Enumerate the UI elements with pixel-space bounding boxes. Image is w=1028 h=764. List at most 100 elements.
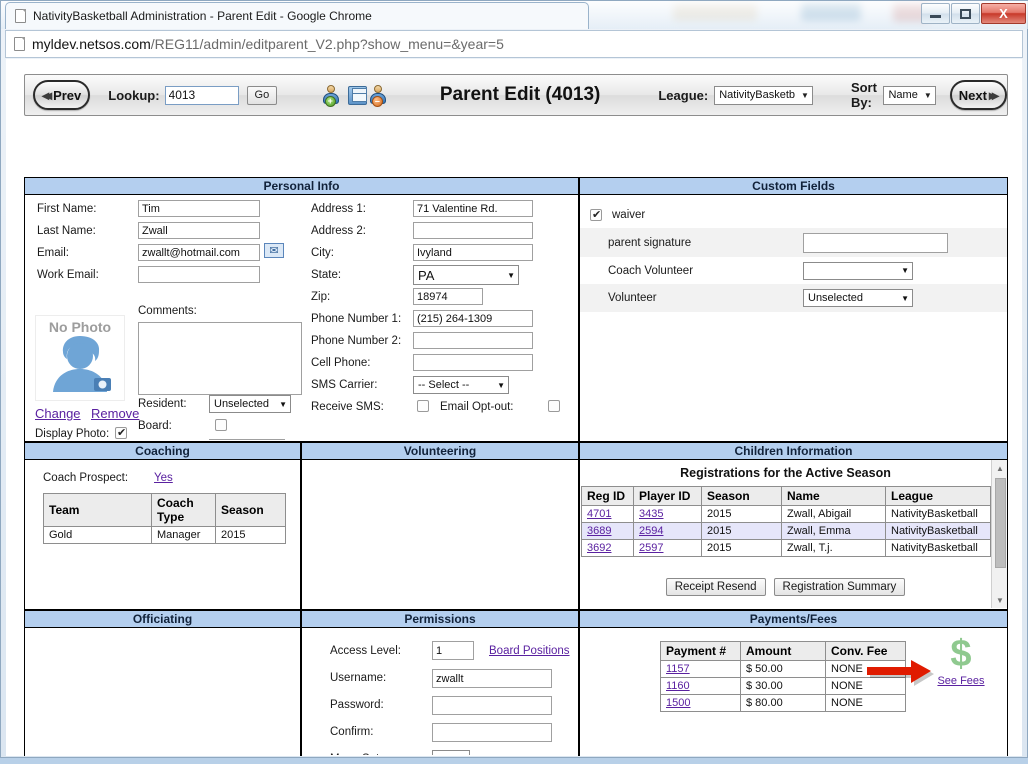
player-id-link[interactable]: 2594 — [639, 525, 663, 537]
menu-set-label: Menu Set: — [330, 753, 382, 755]
volunteer-label: Volunteer — [608, 292, 657, 304]
board-positions-link[interactable]: Board Positions — [489, 645, 570, 657]
comments-textarea[interactable] — [138, 322, 302, 395]
display-photo-checkbox[interactable] — [115, 426, 127, 439]
last-name-input[interactable] — [138, 222, 260, 239]
city-label: City: — [311, 247, 334, 259]
coach-volunteer-select[interactable]: ▼ — [803, 261, 913, 280]
children-cell-league: NativityBasketball — [885, 522, 991, 540]
app-toolbar: ◂◂ Prev Lookup: Go + – — [24, 74, 1008, 116]
close-button[interactable]: X — [981, 3, 1026, 24]
reg-id-link[interactable]: 3692 — [587, 542, 611, 554]
minimize-button[interactable] — [921, 3, 950, 24]
reg-id-link[interactable]: 3689 — [587, 525, 611, 537]
parent-signature-input[interactable] — [803, 232, 948, 253]
resident-select[interactable]: Unselected ▼ — [209, 395, 291, 413]
next-button[interactable]: Next ▸▸ — [949, 80, 1007, 110]
access-level-input[interactable] — [432, 641, 474, 660]
confirm-password-input[interactable] — [432, 723, 552, 742]
first-name-label: First Name: — [37, 203, 97, 215]
panel-header-officiating: Officiating — [25, 611, 300, 628]
payment-number-link[interactable]: 1500 — [666, 697, 690, 709]
person-head — [374, 85, 383, 93]
phone1-input[interactable] — [413, 310, 533, 327]
sms-carrier-select[interactable]: -- Select -- ▼ — [413, 376, 509, 394]
city-input[interactable] — [413, 244, 533, 261]
coach-prospect-row: Coach Prospect: Yes — [43, 472, 173, 484]
coaching-cell-season: 2015 — [215, 526, 286, 544]
league-select[interactable]: NativityBasketb ▼ — [714, 85, 813, 105]
player-id-link[interactable]: 3435 — [639, 508, 663, 520]
panel-header-permissions: Permissions — [302, 611, 578, 628]
panel-body-volunteering — [302, 460, 578, 608]
receive-sms-checkbox[interactable] — [417, 400, 429, 412]
lookup-input[interactable] — [164, 85, 239, 105]
waiver-checkbox[interactable] — [590, 208, 602, 221]
payment-number-link[interactable]: 1160 — [666, 680, 690, 692]
cell-phone-input[interactable] — [413, 354, 533, 371]
scrollbar-thumb[interactable] — [995, 478, 1006, 568]
email-input[interactable] — [138, 244, 260, 261]
prev-button[interactable]: ◂◂ Prev — [33, 80, 91, 110]
save-disk-icon[interactable] — [347, 84, 367, 106]
chevron-down-icon: ▼ — [507, 270, 515, 280]
change-photo-link[interactable]: Change — [35, 406, 81, 421]
remove-person-icon[interactable]: – — [370, 84, 387, 107]
table-row: Gold Manager 2015 — [43, 526, 286, 544]
reg-id-link[interactable]: 4701 — [587, 508, 611, 520]
children-scrollbar[interactable]: ▲ ▼ — [991, 460, 1007, 608]
username-input[interactable] — [432, 669, 552, 688]
panel-body-custom-fields: waiver parent signature Coach Volunteer … — [580, 195, 1007, 440]
family-id-input[interactable] — [209, 439, 285, 440]
minimize-icon — [930, 15, 941, 18]
first-name-input[interactable] — [138, 200, 260, 217]
children-col-player-id: Player ID — [633, 486, 702, 506]
address-bar[interactable]: myldev.netsos.com/REG11/admin/editparent… — [5, 30, 1023, 58]
custom-field-row: Volunteer Unselected ▼ — [580, 284, 1007, 312]
panel-custom-fields: Custom Fields waiver parent signature Co… — [579, 177, 1008, 442]
confirm-password-label: Confirm: — [330, 726, 374, 738]
coach-prospect-value-link[interactable]: Yes — [154, 472, 173, 484]
work-email-input[interactable] — [138, 266, 260, 283]
registration-summary-button[interactable]: Registration Summary — [773, 578, 906, 596]
go-button[interactable]: Go — [246, 85, 278, 105]
address1-input[interactable] — [413, 200, 533, 217]
page-icon — [15, 9, 26, 23]
zip-input[interactable] — [413, 288, 483, 305]
volunteer-select[interactable]: Unselected ▼ — [803, 289, 913, 307]
children-registrations-table: Reg ID Player ID Season Name League 4701… — [581, 486, 991, 557]
sort-by-select[interactable]: Name ▼ — [883, 85, 936, 105]
scroll-down-arrow-icon[interactable]: ▼ — [992, 592, 1007, 608]
payments-cell-conv-fee: NONE — [825, 694, 906, 712]
receive-sms-label: Receive SMS: — [311, 401, 384, 413]
player-id-link[interactable]: 2597 — [639, 542, 663, 554]
envelope-icon[interactable]: ✉ — [264, 243, 284, 258]
maximize-button[interactable] — [951, 3, 980, 24]
children-cell-player-id: 3435 — [633, 505, 702, 523]
scroll-up-arrow-icon[interactable]: ▲ — [992, 460, 1007, 476]
panel-body-coaching: Coach Prospect: Yes Team Coach Type Seas… — [25, 460, 300, 608]
state-select[interactable]: PA ▼ — [413, 265, 519, 285]
receipt-resend-button[interactable]: Receipt Resend — [665, 578, 766, 596]
panel-body-permissions: Access Level: Board Positions Username: … — [302, 628, 578, 755]
payment-number-link[interactable]: 1157 — [666, 663, 690, 675]
add-person-icon[interactable]: + — [323, 84, 340, 107]
coach-volunteer-label: Coach Volunteer — [608, 264, 694, 277]
remove-photo-link[interactable]: Remove — [91, 406, 139, 421]
address2-input[interactable] — [413, 222, 533, 239]
password-input[interactable] — [432, 696, 552, 715]
children-cell-season: 2015 — [701, 522, 782, 540]
browser-window: NativityBasketball Administration - Pare… — [0, 0, 1028, 758]
page-title: Parent Edit (4013) — [439, 84, 601, 105]
window-controls: X — [921, 3, 1026, 24]
phone2-input[interactable] — [413, 332, 533, 349]
browser-tab[interactable]: NativityBasketball Administration - Pare… — [5, 2, 589, 29]
cell-phone-label: Cell Phone: — [311, 357, 371, 369]
state-label: State: — [311, 269, 342, 281]
children-cell-player-id: 2597 — [633, 539, 702, 557]
menu-set-select[interactable]: ▼ — [432, 750, 470, 755]
email-optout-checkbox[interactable] — [548, 400, 560, 412]
board-checkbox[interactable] — [215, 419, 227, 431]
person-head — [327, 85, 336, 93]
address2-label: Address 2: — [311, 225, 366, 237]
